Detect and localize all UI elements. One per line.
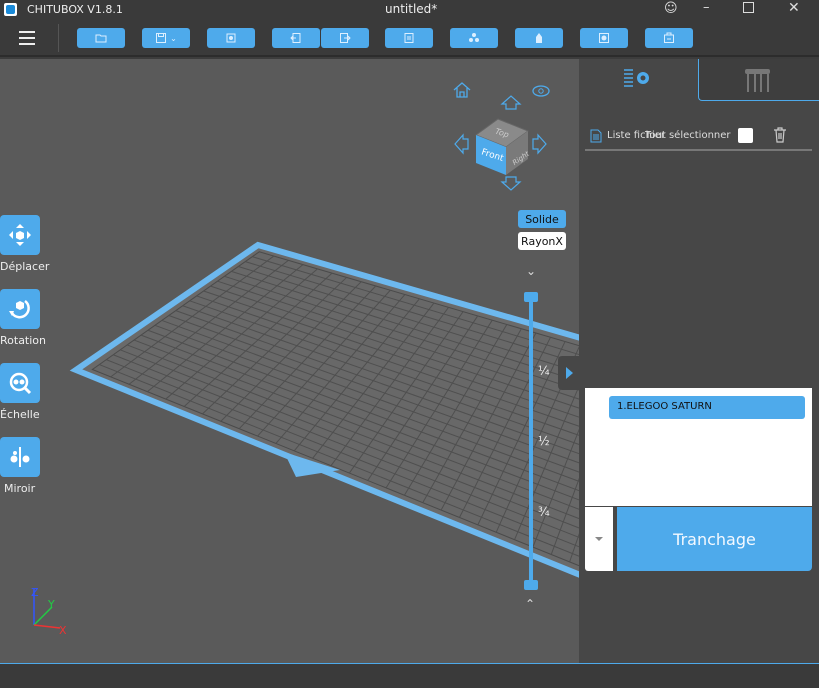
document-title: untitled* (385, 2, 438, 16)
drill-button[interactable] (580, 28, 628, 48)
axis-gizmo: Z Y X (31, 586, 67, 637)
mirror-tool-button[interactable] (0, 437, 40, 477)
mirror-tool-label: Miroir (4, 482, 36, 495)
xray-mode-button[interactable]: RayonX (518, 232, 566, 250)
divider (585, 149, 812, 151)
panel-toggle-button[interactable] (558, 356, 579, 390)
app-title: CHITUBOX V1.8.1 (27, 3, 123, 16)
view-cube[interactable]: Top Front Right (440, 75, 579, 205)
slider-mark-half: ½ (538, 434, 550, 448)
user-icon[interactable]: ☺ (664, 1, 678, 16)
print-settings-button[interactable] (645, 28, 693, 48)
layout-icon (226, 33, 236, 43)
arrow-down-icon (500, 176, 522, 191)
slice-options-dropdown[interactable] (585, 507, 613, 571)
printer-list: 1.ELEGOO SATURN (585, 388, 812, 506)
layer-slider-bottom-handle[interactable] (524, 580, 538, 590)
printer-icon (664, 32, 674, 43)
scale-icon (9, 372, 32, 395)
move-tool-button[interactable] (0, 215, 40, 255)
menu-button[interactable] (19, 31, 35, 45)
hollow-icon (536, 33, 542, 43)
list-gear-icon (624, 69, 649, 87)
select-all-checkbox[interactable] (738, 128, 753, 143)
right-panel: Liste fichier Tout sélectionner 1.ELEGOO… (579, 59, 819, 663)
title-bar: CHITUBOX V1.8.1 untitled* ☺ – ✕ (0, 0, 819, 20)
tab-printer[interactable] (698, 59, 819, 101)
home-view-icon (453, 82, 471, 98)
slice-settings-button[interactable] (385, 28, 433, 48)
move-icon (9, 224, 31, 246)
chevron-up-icon[interactable]: ⌃ (525, 597, 535, 611)
solid-mode-button[interactable]: Solide (518, 210, 566, 228)
arrow-right-icon (532, 133, 547, 155)
close-button[interactable]: ✕ (788, 0, 800, 16)
rotate-tool-label: Rotation (0, 334, 47, 347)
printer-machine-icon (745, 69, 770, 92)
mirror-icon (10, 447, 30, 467)
triangle-right-icon (566, 367, 573, 379)
trash-icon[interactable] (773, 127, 787, 143)
save-button[interactable]: ⌄ (142, 28, 190, 48)
layers-icon (404, 33, 414, 43)
eye-icon (532, 85, 550, 97)
app-logo-icon (4, 3, 17, 16)
status-bar (0, 663, 819, 688)
import-icon (290, 33, 301, 43)
chevron-down-icon[interactable]: ⌄ (526, 264, 536, 278)
supports-button[interactable] (450, 28, 498, 48)
save-icon (156, 33, 167, 43)
layer-slider-top-handle[interactable] (524, 292, 538, 302)
slider-mark-three-quarter: ¾ (538, 505, 550, 519)
select-all-label: Tout sélectionner (645, 130, 731, 141)
arrow-left-icon (454, 133, 469, 155)
maximize-button[interactable] (743, 2, 754, 13)
printer-list-item[interactable]: 1.ELEGOO SATURN (609, 396, 805, 419)
rotate-tool-button[interactable] (0, 289, 40, 329)
drill-icon (599, 33, 609, 43)
import-button[interactable] (272, 28, 320, 48)
hollow-button[interactable] (515, 28, 563, 48)
arrow-up-icon (500, 95, 522, 110)
supports-icon (469, 33, 479, 42)
3d-viewport[interactable]: Top Front Right Solide RayonX ⌄ ¼ ½ ¾ ⌃ … (0, 59, 579, 663)
scale-tool-button[interactable] (0, 363, 40, 403)
slider-mark-quarter: ¼ (538, 364, 550, 378)
folder-icon (95, 34, 107, 43)
toolbar: ⌄ (0, 20, 819, 57)
layer-slider-track[interactable] (529, 297, 533, 585)
tab-model-settings[interactable] (579, 59, 699, 101)
export-icon (340, 33, 351, 43)
export-button[interactable] (321, 28, 369, 48)
move-tool-label: Déplacer (0, 260, 50, 273)
rotate-icon (9, 299, 30, 319)
slice-button[interactable]: Tranchage (617, 507, 812, 571)
auto-layout-button[interactable] (207, 28, 255, 48)
scale-tool-label: Échelle (0, 408, 40, 421)
axis-z-label: Z (31, 586, 39, 599)
minimize-button[interactable]: – (703, 0, 710, 15)
chevron-down-icon: ⌄ (170, 33, 177, 43)
axis-y-label: Y (47, 598, 55, 611)
open-file-button[interactable] (77, 28, 125, 48)
axis-x-label: X (59, 624, 67, 637)
file-icon (590, 129, 602, 143)
caret-down-icon (595, 537, 603, 541)
